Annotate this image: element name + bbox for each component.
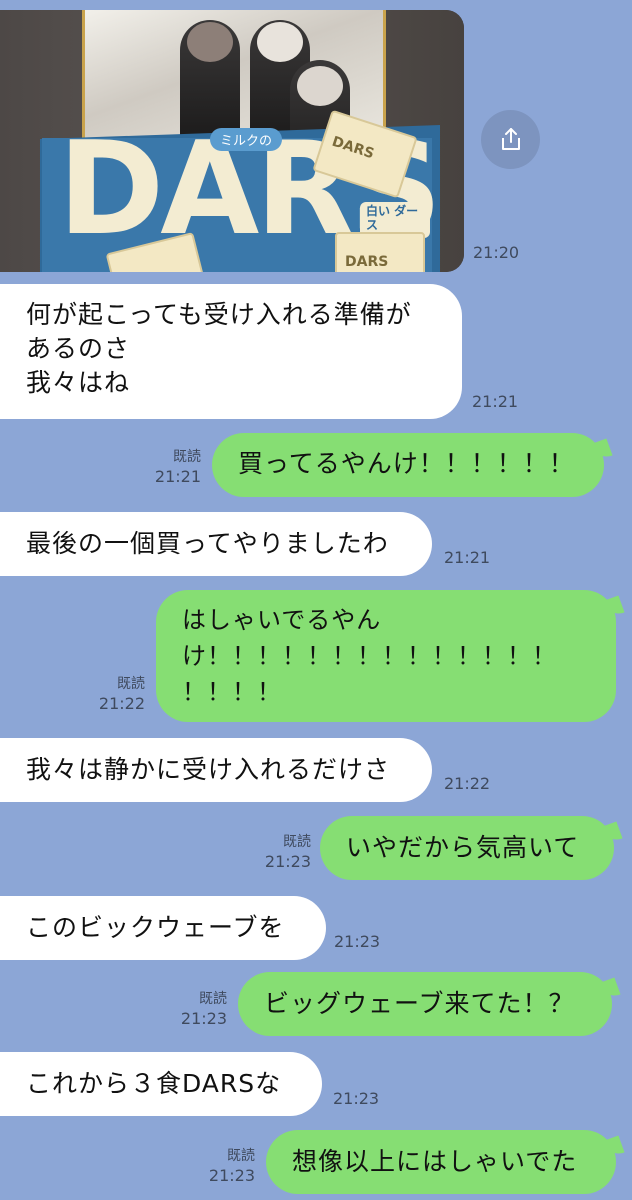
message-time: 21:23 bbox=[333, 1089, 380, 1108]
outgoing-message[interactable]: 買ってるやんけ！！！！！！ bbox=[212, 433, 604, 497]
incoming-message[interactable]: 何が起こっても受け入れる準備が あるのさ 我々はね bbox=[0, 284, 462, 419]
message-time: 21:20 bbox=[473, 243, 520, 262]
message-time: 21:23 bbox=[208, 1165, 255, 1185]
poster-hair bbox=[257, 22, 303, 62]
message-time: 21:22 bbox=[98, 693, 145, 713]
photo-message[interactable]: DARS ミルクの 白い ダース DARS DARS bbox=[0, 10, 464, 272]
read-label: 既読 bbox=[199, 991, 227, 1007]
message-time: 21:21 bbox=[444, 548, 491, 567]
outgoing-message[interactable]: 想像以上にはしゃいでた bbox=[266, 1130, 616, 1194]
outgoing-message[interactable]: はしゃいでるやん け！！！！！！！！！！！！！！ ！！！！ bbox=[156, 590, 616, 722]
incoming-message[interactable]: これから３食DARSな bbox=[0, 1052, 322, 1116]
share-icon bbox=[502, 128, 520, 150]
message-time: 21:21 bbox=[472, 392, 519, 411]
chocolate-label: DARS bbox=[329, 133, 377, 163]
incoming-message[interactable]: 我々は静かに受け入れるだけさ bbox=[0, 738, 432, 802]
share-button[interactable] bbox=[481, 110, 540, 169]
read-receipt: 既読 21:23 bbox=[204, 1148, 255, 1186]
read-label: 既読 bbox=[173, 449, 201, 465]
read-receipt: 既読 21:21 bbox=[150, 449, 201, 487]
read-label: 既読 bbox=[283, 834, 311, 850]
message-time: 21:23 bbox=[264, 851, 311, 871]
message-time: 21:21 bbox=[154, 466, 201, 486]
incoming-message[interactable]: 最後の一個買ってやりましたわ bbox=[0, 512, 432, 576]
incoming-message[interactable]: このビックウェーブを bbox=[0, 896, 326, 960]
box-ribbon-text: ミルクの bbox=[210, 128, 283, 151]
chat-timeline: DARS ミルクの 白い ダース DARS DARS 21:20 何が起こっても… bbox=[0, 0, 632, 1200]
read-receipt: 既読 21:23 bbox=[260, 834, 311, 872]
message-time: 21:23 bbox=[334, 932, 381, 951]
read-receipt: 既読 21:22 bbox=[94, 676, 145, 714]
outgoing-message[interactable]: ビッグウェーブ来てた！？ bbox=[238, 972, 612, 1036]
read-label: 既読 bbox=[117, 676, 145, 692]
message-time: 21:22 bbox=[444, 774, 491, 793]
read-label: 既読 bbox=[227, 1148, 255, 1164]
message-time: 21:23 bbox=[180, 1008, 227, 1028]
poster-hair bbox=[297, 66, 343, 106]
chocolate-piece: DARS bbox=[335, 232, 425, 272]
poster-hair bbox=[187, 22, 233, 62]
read-receipt: 既読 21:23 bbox=[176, 991, 227, 1029]
outgoing-message[interactable]: いやだから気高いて bbox=[320, 816, 614, 880]
chocolate-label: DARS bbox=[345, 254, 389, 270]
